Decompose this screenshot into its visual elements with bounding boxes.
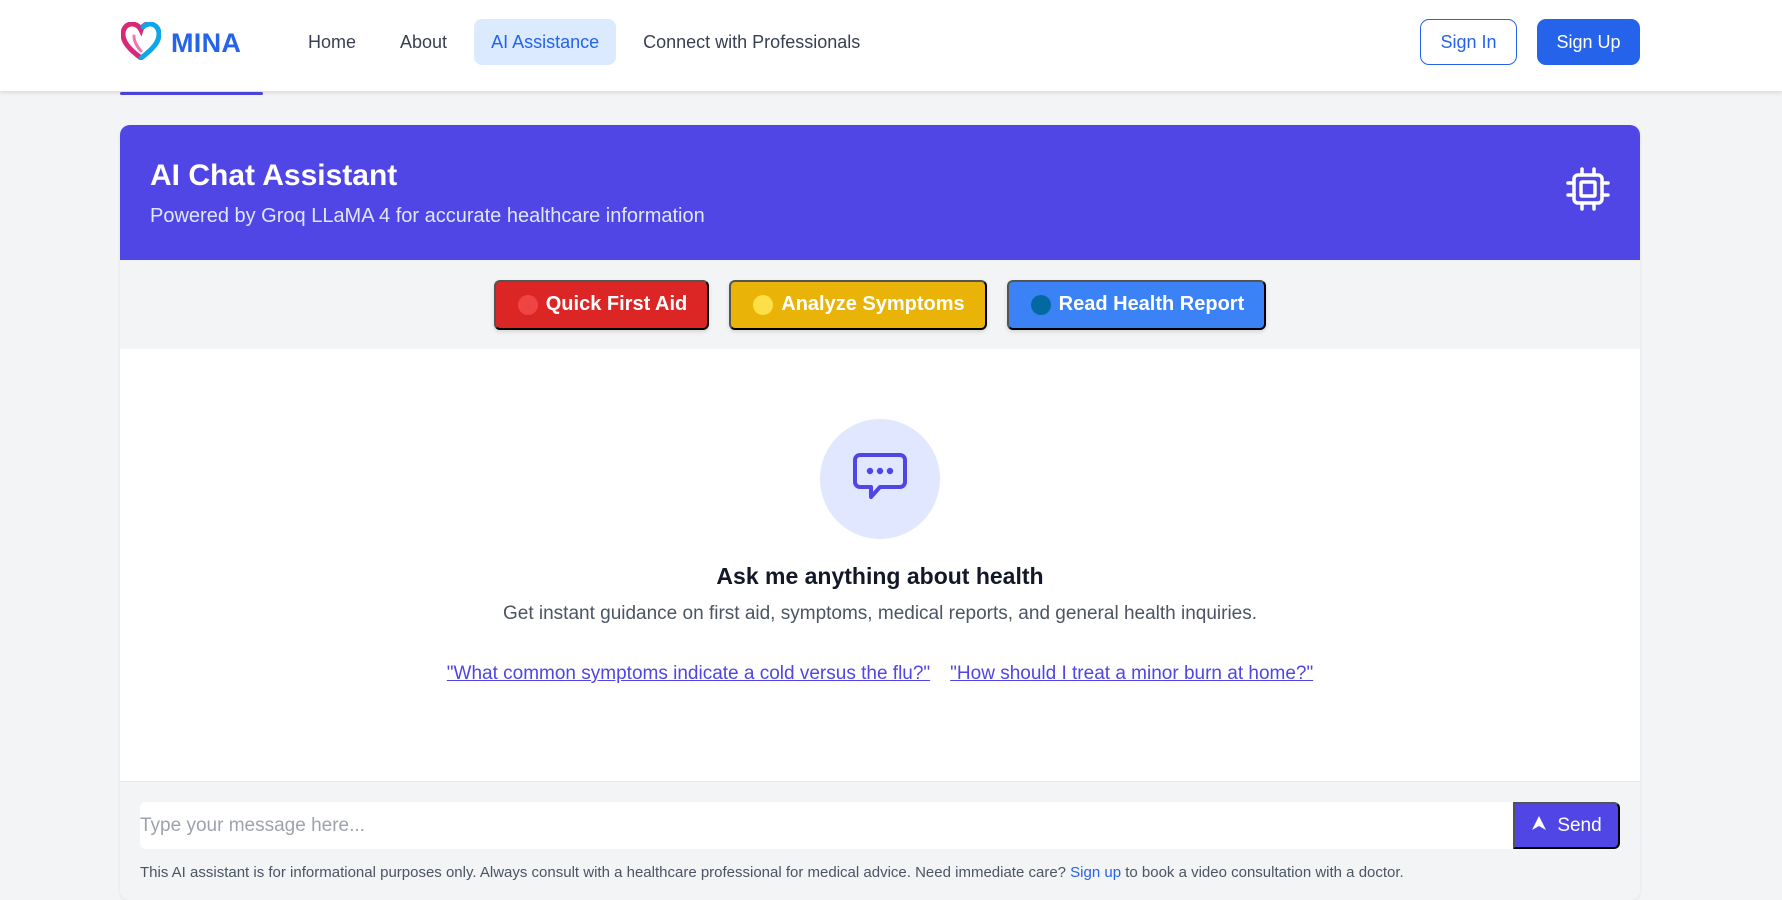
disclaimer-after: to book a video consultation with a doct… <box>1121 864 1404 881</box>
brand-name: MINA <box>171 28 242 58</box>
chat-bubble-icon-container <box>820 419 940 539</box>
message-input[interactable] <box>140 802 1518 849</box>
brand-logo[interactable]: MINA <box>120 21 242 65</box>
suggestion-minor-burn[interactable]: "How should I treat a minor burn at home… <box>950 663 1313 685</box>
active-tab-underline <box>120 92 263 95</box>
nav-ai-assistance-link[interactable]: AI Assistance <box>474 19 617 65</box>
send-arrow-icon <box>1531 815 1547 837</box>
cpu-chip-icon <box>1566 167 1610 216</box>
empty-state-title: Ask me anything about health <box>716 563 1044 589</box>
empty-state-description: Get instant guidance on first aid, sympt… <box>502 603 1258 624</box>
quick-first-aid-button[interactable]: Quick First Aid <box>493 279 710 330</box>
disclaimer-text: This AI assistant is for informational p… <box>140 864 1404 881</box>
read-health-report-button[interactable]: Read Health Report <box>1006 279 1267 330</box>
disclaimer-before: This AI assistant is for informational p… <box>140 864 1071 881</box>
chat-messages-area: Ask me anything about health Get instant… <box>120 349 1640 781</box>
suggestion-cold-vs-flu[interactable]: "What common symptoms indicate a cold ve… <box>447 663 930 685</box>
sign-up-button[interactable]: Sign Up <box>1537 19 1640 65</box>
chat-bubble-icon <box>853 452 907 507</box>
chat-subtitle: Powered by Groq LLaMA 4 for accurate hea… <box>150 205 705 227</box>
analyze-symptoms-button[interactable]: Analyze Symptoms <box>729 279 987 330</box>
disclaimer-signup-link[interactable]: Sign up <box>1070 864 1121 881</box>
heart-icon <box>120 21 162 65</box>
blue-dot-icon <box>1030 294 1051 315</box>
top-navbar: MINA Home About AI Assistance Connect wi… <box>0 0 1782 91</box>
yellow-dot-icon <box>753 294 774 315</box>
main-nav: Home About AI Assistance Connect with Pr… <box>291 19 877 65</box>
analyze-symptoms-label: Analyze Symptoms <box>781 293 965 315</box>
send-label: Send <box>1557 814 1602 836</box>
read-health-report-label: Read Health Report <box>1058 293 1245 315</box>
quick-actions-bar: Quick First Aid Analyze Symptoms Read He… <box>120 260 1640 349</box>
quick-first-aid-label: Quick First Aid <box>545 293 688 315</box>
ai-chat-card: AI Chat Assistant Powered by Groq LLaMA … <box>120 125 1640 900</box>
nav-home-link[interactable]: Home <box>291 19 373 65</box>
red-dot-icon <box>517 294 538 315</box>
suggested-questions: "What common symptoms indicate a cold ve… <box>120 663 1640 685</box>
sign-in-button[interactable]: Sign In <box>1420 19 1517 65</box>
chat-header: AI Chat Assistant Powered by Groq LLaMA … <box>120 125 1640 260</box>
nav-about-link[interactable]: About <box>383 19 464 65</box>
message-composer: Send This AI assistant is for informatio… <box>120 781 1640 900</box>
chat-title: AI Chat Assistant <box>150 159 398 192</box>
send-button[interactable]: Send <box>1513 802 1620 849</box>
nav-connect-professionals-link[interactable]: Connect with Professionals <box>626 19 877 65</box>
